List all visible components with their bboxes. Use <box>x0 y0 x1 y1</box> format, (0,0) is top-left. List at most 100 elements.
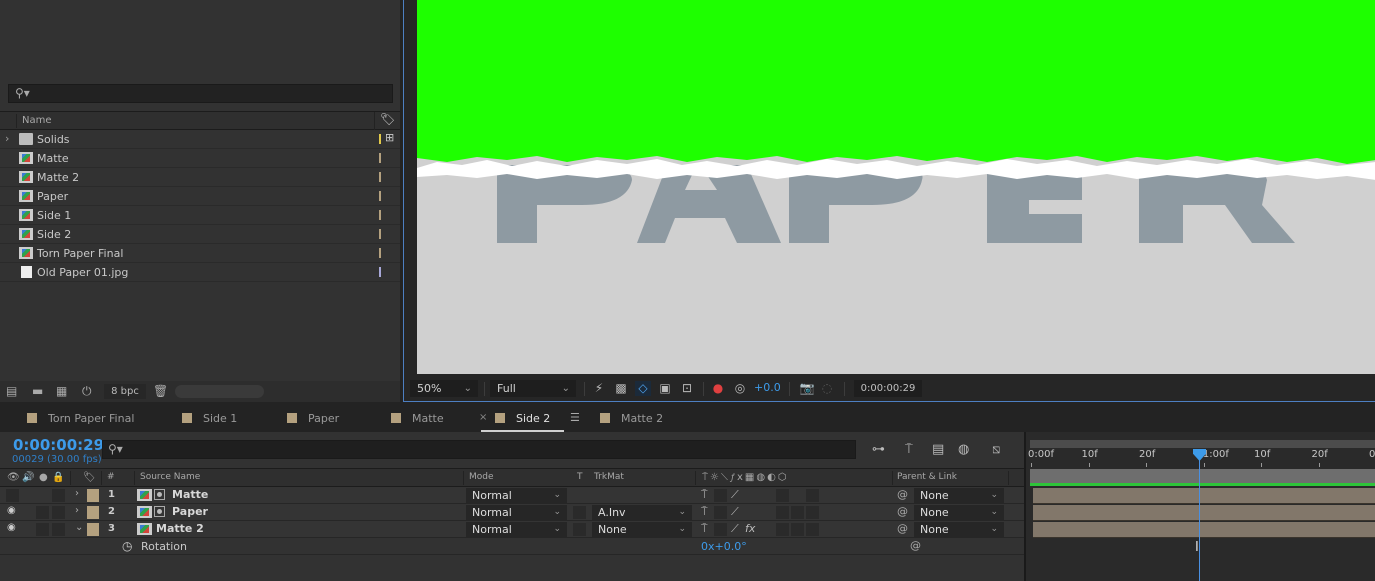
layer-bar-matte-2[interactable] <box>1033 522 1375 538</box>
color-channels-icon[interactable]: ● <box>710 381 726 396</box>
time-navigator[interactable] <box>1030 440 1375 448</box>
track-matte-dropdown[interactable]: A.Inv ⌄ <box>592 505 692 520</box>
collapse-switch[interactable] <box>714 489 727 502</box>
lock-toggle[interactable] <box>52 489 65 502</box>
flowchart-icon[interactable]: ⊞ <box>385 131 394 144</box>
layer-bar-paper[interactable] <box>1033 505 1375 521</box>
layer-name[interactable]: Paper <box>172 505 208 518</box>
column-name[interactable]: Name <box>22 115 52 126</box>
playhead-line[interactable] <box>1199 451 1200 581</box>
solo-icon[interactable]: ● <box>39 472 48 483</box>
project-settings-icon[interactable]: ⏻ <box>82 384 92 399</box>
panel-menu-icon[interactable]: ☰ <box>570 411 580 424</box>
label-color-marker[interactable] <box>379 267 381 277</box>
label-color-marker[interactable] <box>379 248 381 258</box>
mask-path-visibility-icon[interactable]: ◇ <box>635 381 651 396</box>
lock-icon[interactable]: 🔒 <box>52 472 64 483</box>
frame-blending-icon[interactable]: ▤ <box>932 442 944 457</box>
quality-switch-icon[interactable]: ⟋ <box>731 522 739 536</box>
project-item-solids[interactable]: › Solids ⊞ <box>0 130 400 149</box>
layer-name[interactable]: Matte <box>172 488 208 501</box>
blend-mode-dropdown[interactable]: Normal ⌄ <box>466 522 567 537</box>
switch-cell[interactable] <box>776 506 789 519</box>
layer-label-color[interactable] <box>87 523 99 536</box>
project-item-side-1[interactable]: Side 1 <box>0 206 400 225</box>
switch-cell[interactable] <box>776 489 789 502</box>
expand-chevron-icon[interactable]: › <box>5 132 9 145</box>
composition-flowchart-icon[interactable]: ⊶ <box>872 442 885 457</box>
layer-row-matte-2[interactable]: ◉ ⌄ 3 Matte 2 Normal ⌄ None ⌄ ⍑ ⟋ fx @ N… <box>0 521 1024 538</box>
work-area-bar[interactable] <box>1030 469 1375 483</box>
show-snapshot-icon[interactable]: ◌ <box>819 381 835 396</box>
viewer-current-time[interactable]: 0:00:00:29 <box>854 380 922 397</box>
solo-toggle[interactable] <box>36 506 49 519</box>
switch-cell[interactable] <box>776 523 789 536</box>
resolution-dropdown[interactable]: Full ⌄ <box>490 380 576 397</box>
blend-mode-dropdown[interactable]: Normal ⌄ <box>466 488 567 503</box>
parent-pickwhip-icon[interactable]: @ <box>897 522 908 535</box>
label-tag-icon[interactable]: 🏷 <box>374 112 400 130</box>
layer-name[interactable]: Matte 2 <box>156 522 204 535</box>
lock-toggle[interactable] <box>52 523 65 536</box>
solo-toggle[interactable] <box>36 523 49 536</box>
new-folder-icon[interactable]: ▬ <box>32 384 43 398</box>
track-matte-dropdown[interactable]: None ⌄ <box>592 522 692 537</box>
layer-label-color[interactable] <box>87 506 99 519</box>
label-color-marker[interactable] <box>379 153 381 163</box>
shy-switch-icon[interactable]: ⍑ <box>701 488 708 502</box>
blend-mode-dropdown[interactable]: Normal ⌄ <box>466 505 567 520</box>
preserve-transparency-toggle[interactable] <box>573 506 586 519</box>
quality-switch-icon[interactable]: ⟋ <box>731 488 739 502</box>
switch-cell[interactable] <box>806 523 819 536</box>
label-color-marker[interactable] <box>379 210 381 220</box>
project-scrollbar[interactable] <box>175 385 264 398</box>
source-name-header[interactable]: Source Name <box>140 472 200 482</box>
project-item-paper[interactable]: Paper <box>0 187 400 206</box>
exposure-reset-icon[interactable]: ◎ <box>732 381 748 396</box>
switch-cell[interactable] <box>791 506 804 519</box>
grid-guides-icon[interactable]: ⊡ <box>679 381 695 396</box>
property-row-rotation[interactable]: ◷ Rotation 0x+0.0° @ <box>0 538 1024 555</box>
fast-previews-icon[interactable]: ⚡ <box>591 381 607 396</box>
parent-dropdown[interactable]: None ⌄ <box>914 505 1004 520</box>
switch-cell[interactable] <box>806 506 819 519</box>
eye-icon[interactable]: ◉ <box>7 505 16 516</box>
collapse-switch[interactable] <box>714 523 727 536</box>
quality-switch-icon[interactable]: ⟋ <box>731 505 739 519</box>
motion-blur-icon[interactable]: ◍ <box>958 442 969 457</box>
property-pickwhip-icon[interactable]: @ <box>910 539 921 552</box>
visibility-toggle[interactable] <box>6 489 19 502</box>
layer-search-input[interactable]: ⚲▾ <box>102 440 856 459</box>
project-item-old-paper-jpg[interactable]: Old Paper 01.jpg <box>0 263 400 282</box>
trash-icon[interactable]: 🗑 <box>153 384 168 398</box>
label-color-marker[interactable] <box>379 191 381 201</box>
project-item-torn-paper-final[interactable]: Torn Paper Final <box>0 244 400 263</box>
project-search-input[interactable]: ⚲▾ <box>8 84 393 103</box>
region-of-interest-icon[interactable]: ▣ <box>657 381 673 396</box>
layer-row-matte[interactable]: › 1 Matte Normal ⌄ ⍑ ⟋ @ None ⌄ <box>0 487 1024 504</box>
expand-chevron-icon[interactable]: › <box>75 488 79 499</box>
video-visibility-icon[interactable]: 👁 <box>7 472 20 483</box>
label-color-marker[interactable] <box>379 134 381 144</box>
switch-cell[interactable] <box>806 489 819 502</box>
magnification-dropdown[interactable]: 50% ⌄ <box>410 380 478 397</box>
preserve-transparency-toggle[interactable] <box>573 523 586 536</box>
layer-bar-matte[interactable] <box>1033 488 1375 504</box>
composition-canvas[interactable] <box>417 0 1375 374</box>
project-item-matte[interactable]: Matte <box>0 149 400 168</box>
collapse-switch[interactable] <box>714 506 727 519</box>
snapshot-camera-icon[interactable]: 📷 <box>799 381 815 396</box>
graph-editor-icon[interactable]: ⧅ <box>992 442 1000 457</box>
shy-switch-icon[interactable]: ⍑ <box>701 505 708 519</box>
label-color-marker[interactable] <box>379 229 381 239</box>
effects-fx-icon[interactable]: fx <box>745 522 755 535</box>
layer-row-paper[interactable]: ◉ › 2 Paper Normal ⌄ A.Inv ⌄ ⍑ ⟋ @ None … <box>0 504 1024 521</box>
exposure-value[interactable]: +0.0 <box>754 381 781 394</box>
parent-pickwhip-icon[interactable]: @ <box>897 505 908 518</box>
project-item-matte-2[interactable]: Matte 2 <box>0 168 400 187</box>
shy-switch-icon[interactable]: ⍑ <box>701 522 708 536</box>
shy-layers-icon[interactable]: ⍑ <box>905 442 913 457</box>
audio-icon[interactable]: 🔊 <box>22 472 34 483</box>
label-tag-icon[interactable]: 🏷 <box>83 472 96 483</box>
current-time-display[interactable]: 0:00:00:29 <box>13 436 104 454</box>
